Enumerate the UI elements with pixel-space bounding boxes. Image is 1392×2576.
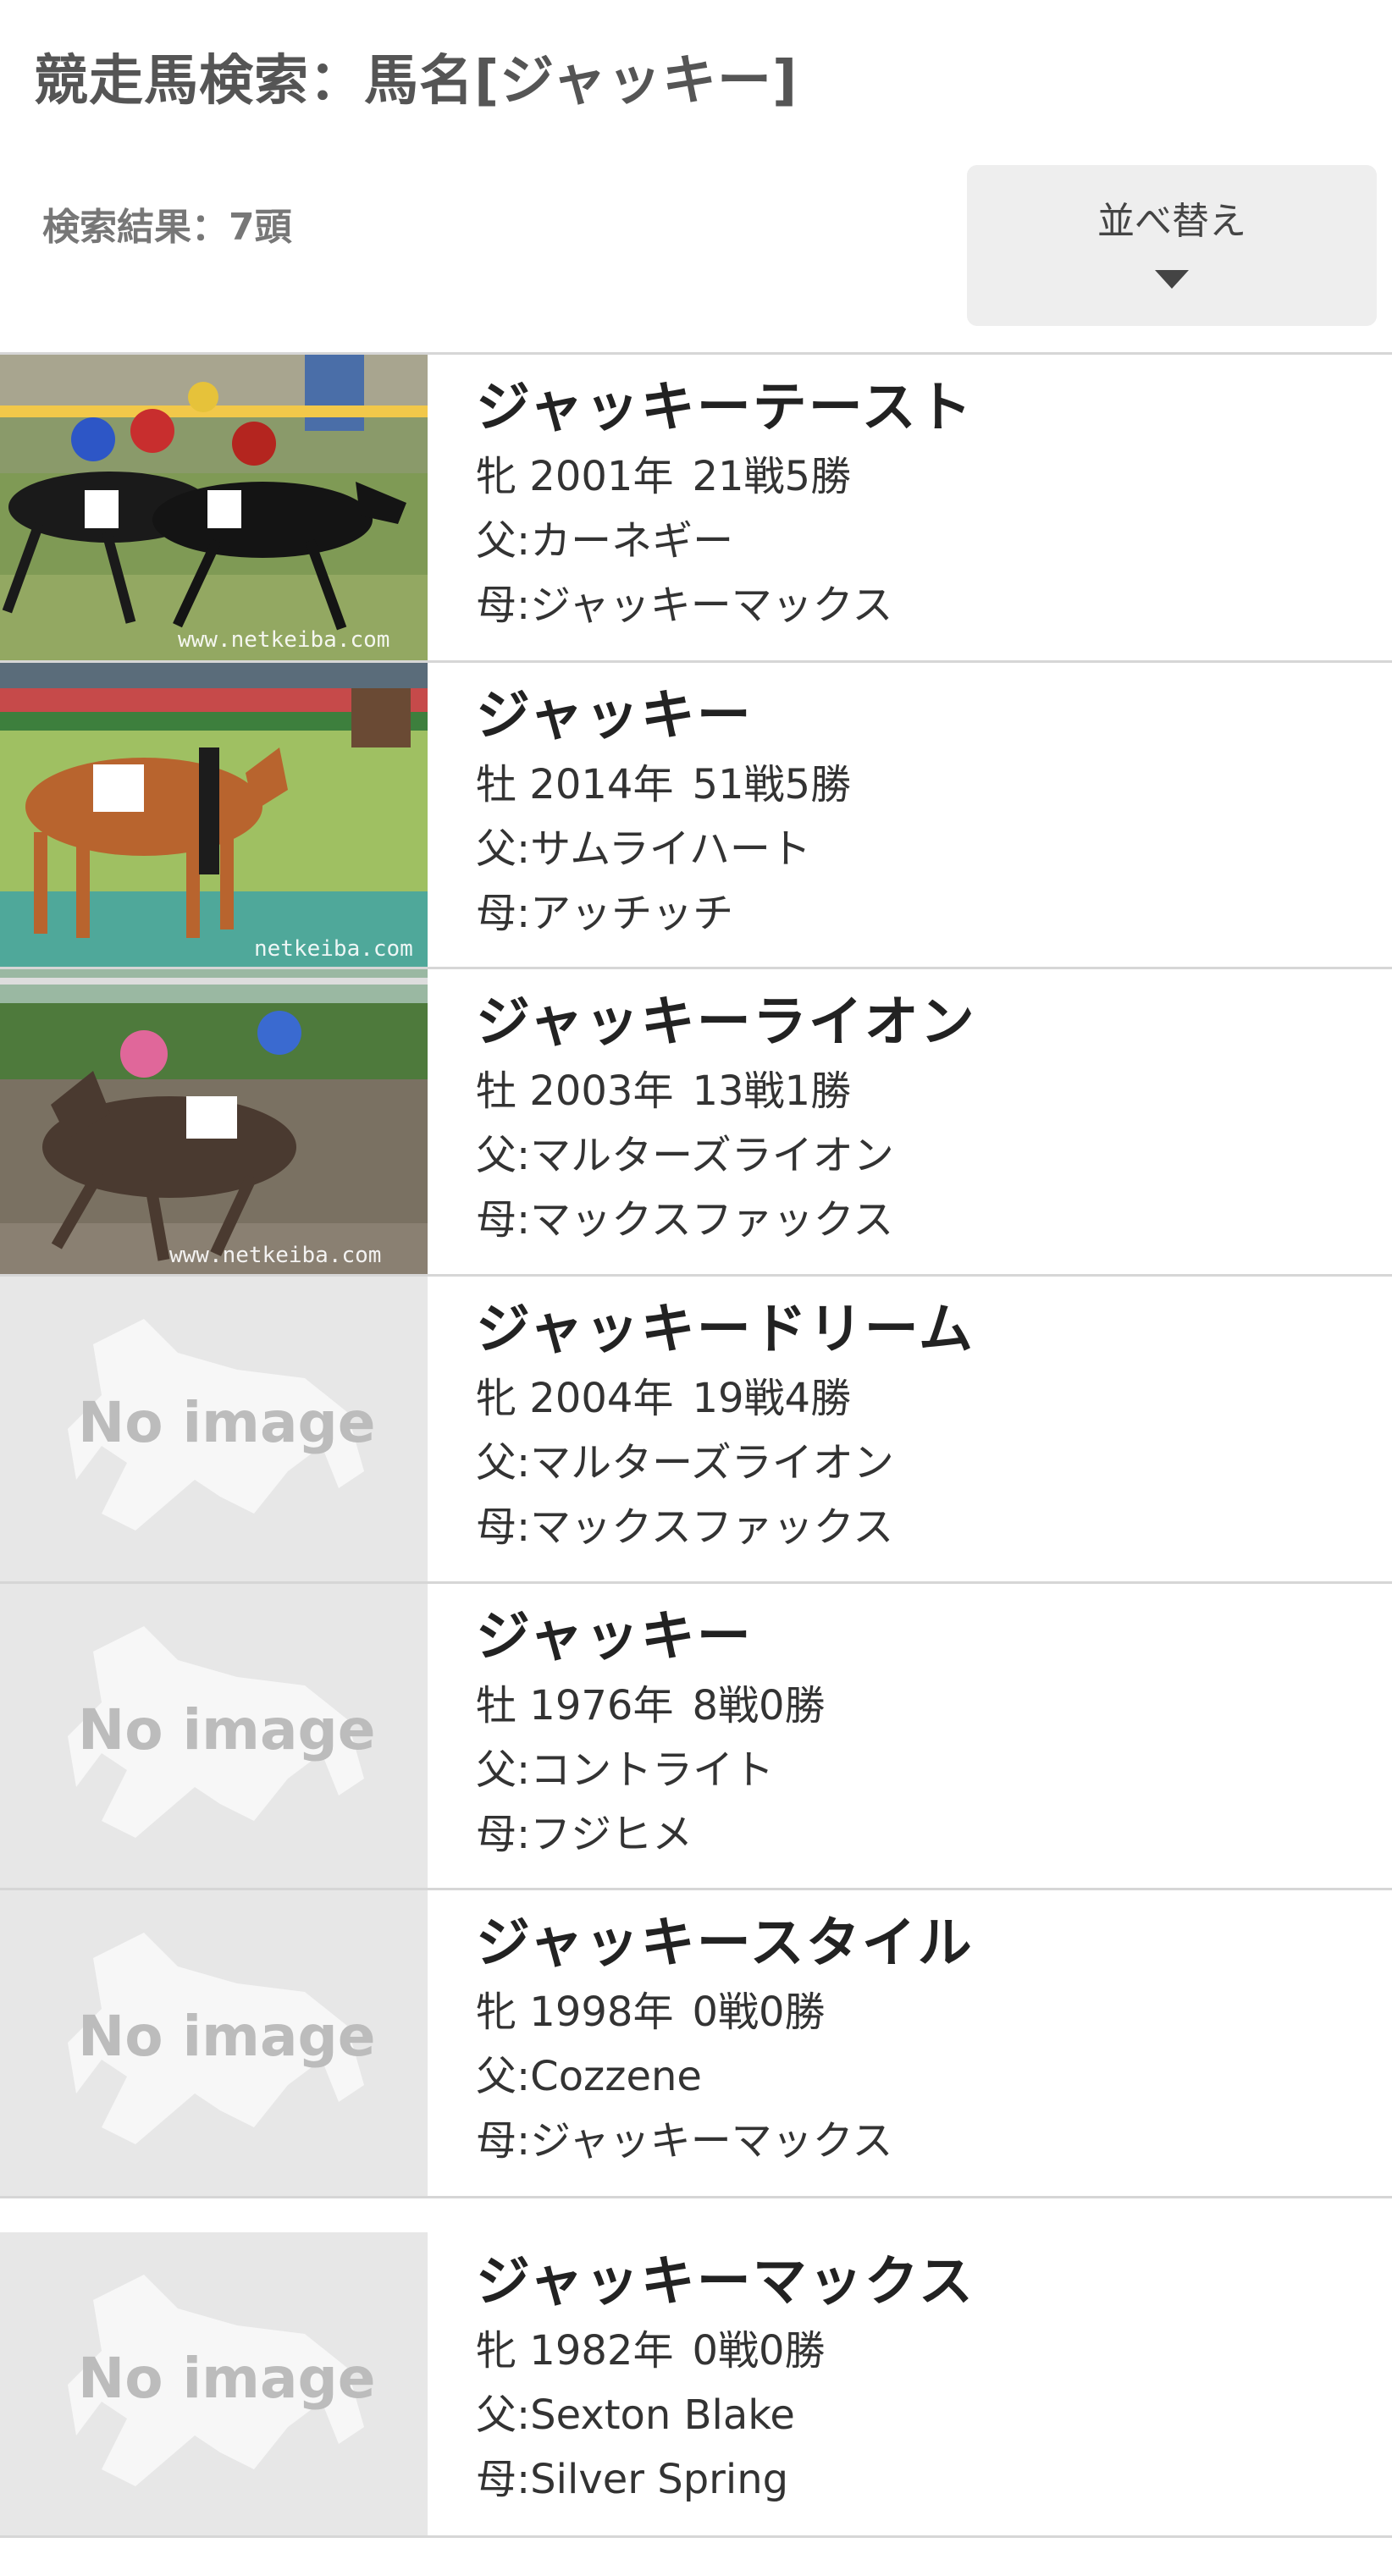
- birth-year: 2004年: [529, 1375, 674, 1422]
- no-image-label: No image: [78, 1390, 376, 1455]
- dam: 母:マックスファックス: [476, 1196, 894, 1244]
- svg-text:www.netkeiba.com: www.netkeiba.com: [178, 627, 389, 653]
- sort-label: 並べ替え: [1097, 200, 1246, 243]
- horse-profile: 牡 2014年 51戦5勝: [476, 753, 851, 817]
- horse-sex: 牡: [476, 1682, 517, 1729]
- horse-info: ジャッキースタイル 牝 1998年 0戦0勝 父:Cozzene 母:ジャッキーマ…: [476, 1907, 974, 2173]
- horse-profile: 牝 2004年 19戦4勝: [476, 1366, 975, 1431]
- horse-info: ジャッキー 牡 1976年 8戦0勝 父:コントライト 母:フジヒメ: [476, 1601, 826, 1867]
- no-image-placeholder[interactable]: No image: [0, 2232, 428, 2535]
- page-title: 競走馬検索：馬名[ジャッキー]: [34, 50, 798, 113]
- horse-row[interactable]: No image ジャッキードリーム 牝 2004年 19戦4勝 父:マルターズラ…: [0, 1277, 1392, 1584]
- horse-sex: 牝: [476, 1989, 517, 2036]
- horse-sex: 牡: [476, 761, 517, 808]
- no-image-label: No image: [78, 2004, 376, 2069]
- horse-name[interactable]: ジャッキーライオン: [476, 986, 976, 1059]
- horse-photo[interactable]: www.netkeiba.com: [0, 355, 428, 660]
- horse-name[interactable]: ジャッキー: [476, 680, 851, 753]
- horse-row[interactable]: www.netkeiba.com ジャッキーテースト 牝 2001年 21戦5勝 …: [0, 355, 1392, 663]
- race-record: 0戦0勝: [692, 1989, 826, 2036]
- horse-profile: 牝 1998年 0戦0勝: [476, 1980, 974, 2044]
- no-image-label: No image: [78, 1697, 376, 1762]
- horse-name[interactable]: ジャッキー: [476, 1601, 826, 1674]
- results-list: www.netkeiba.com ジャッキーテースト 牝 2001年 21戦5勝 …: [0, 352, 1392, 2576]
- sire: 父:サムライハート: [476, 825, 811, 873]
- sire: 父:マルターズライオン: [476, 1439, 894, 1487]
- horse-row[interactable]: No image ジャッキー 牡 1976年 8戦0勝 父:コントライト 母:フジ…: [0, 1584, 1392, 1890]
- horse-profile: 牝 2001年 21戦5勝: [476, 444, 974, 509]
- race-record: 21戦5勝: [692, 453, 852, 500]
- svg-text:www.netkeiba.com: www.netkeiba.com: [169, 1243, 381, 1268]
- horse-info: ジャッキー 牡 2014年 51戦5勝 父:サムライハート 母:アッチッチ: [476, 680, 851, 946]
- horse-row[interactable]: netkeiba.com ジャッキー 牡 2014年 51戦5勝 父:サムライハー…: [0, 663, 1392, 969]
- horse-sex: 牝: [476, 1375, 517, 1422]
- birth-year: 1998年: [529, 1989, 674, 2036]
- horse-name[interactable]: ジャッキーマックス: [476, 2246, 975, 2319]
- no-image-placeholder[interactable]: No image: [0, 1584, 428, 1888]
- horse-profile: 牝 1982年 0戦0勝: [476, 2319, 975, 2383]
- sire: 父:コントライト: [476, 1746, 775, 1794]
- birth-year: 1976年: [529, 1682, 674, 1729]
- sire: 父:マルターズライオン: [476, 1132, 894, 1179]
- birth-year: 2014年: [529, 761, 674, 808]
- horse-row[interactable]: No image ジャッキースタイル 牝 1998年 0戦0勝 父:Cozzene…: [0, 1890, 1392, 2198]
- horse-sex: 牝: [476, 2327, 517, 2375]
- horse-profile: 牡 1976年 8戦0勝: [476, 1674, 826, 1738]
- horse-name[interactable]: ジャッキードリーム: [476, 1294, 975, 1366]
- horse-info: ジャッキードリーム 牝 2004年 19戦4勝 父:マルターズライオン 母:マック…: [476, 1294, 975, 1559]
- dam: 母:アッチッチ: [476, 890, 734, 937]
- no-image-placeholder[interactable]: No image: [0, 1890, 428, 2196]
- horse-photo[interactable]: www.netkeiba.com: [0, 969, 428, 1274]
- birth-year: 2003年: [529, 1067, 674, 1115]
- horse-row[interactable]: No image ジャッキーマックス 牝 1982年 0戦0勝 父:Sexton …: [0, 2198, 1392, 2538]
- result-count: 検索結果：7頭: [42, 206, 292, 249]
- horse-name[interactable]: ジャッキーテースト: [476, 372, 974, 444]
- sort-button[interactable]: 並べ替え: [967, 165, 1377, 326]
- sire: 父:カーネギー: [476, 517, 734, 565]
- sire: 父:Cozzene: [476, 2053, 702, 2100]
- birth-year: 2001年: [529, 453, 674, 500]
- svg-text:netkeiba.com: netkeiba.com: [254, 936, 413, 962]
- horse-info: ジャッキーテースト 牝 2001年 21戦5勝 父:カーネギー 母:ジャッキーマッ…: [476, 372, 974, 637]
- horse-name[interactable]: ジャッキースタイル: [476, 1907, 974, 1980]
- race-record: 51戦5勝: [692, 761, 852, 808]
- caret-down-icon: [1155, 270, 1189, 289]
- horse-profile: 牡 2003年 13戦1勝: [476, 1059, 976, 1123]
- no-image-placeholder[interactable]: No image: [0, 1277, 428, 1581]
- dam: 母:ジャッキーマックス: [476, 582, 893, 629]
- horse-info: ジャッキーマックス 牝 1982年 0戦0勝 父:Sexton Blake 母:S…: [476, 2246, 975, 2512]
- race-record: 8戦0勝: [692, 1682, 826, 1729]
- dam: 母:フジヒメ: [476, 1811, 693, 1858]
- horse-info: ジャッキーライオン 牡 2003年 13戦1勝 父:マルターズライオン 母:マック…: [476, 986, 976, 1252]
- horse-row[interactable]: www.netkeiba.com ジャッキーライオン 牡 2003年 13戦1勝 …: [0, 969, 1392, 1277]
- dam: 母:Silver Spring: [476, 2456, 789, 2503]
- sire: 父:Sexton Blake: [476, 2391, 795, 2439]
- race-record: 0戦0勝: [692, 2327, 826, 2375]
- horse-sex: 牡: [476, 1067, 517, 1115]
- birth-year: 1982年: [529, 2327, 674, 2375]
- race-record: 19戦4勝: [692, 1375, 852, 1422]
- dam: 母:ジャッキーマックス: [476, 2117, 893, 2165]
- dam: 母:マックスファックス: [476, 1503, 894, 1551]
- horse-photo[interactable]: netkeiba.com: [0, 663, 428, 967]
- horse-sex: 牝: [476, 453, 517, 500]
- no-image-label: No image: [78, 2346, 376, 2411]
- race-record: 13戦1勝: [692, 1067, 852, 1115]
